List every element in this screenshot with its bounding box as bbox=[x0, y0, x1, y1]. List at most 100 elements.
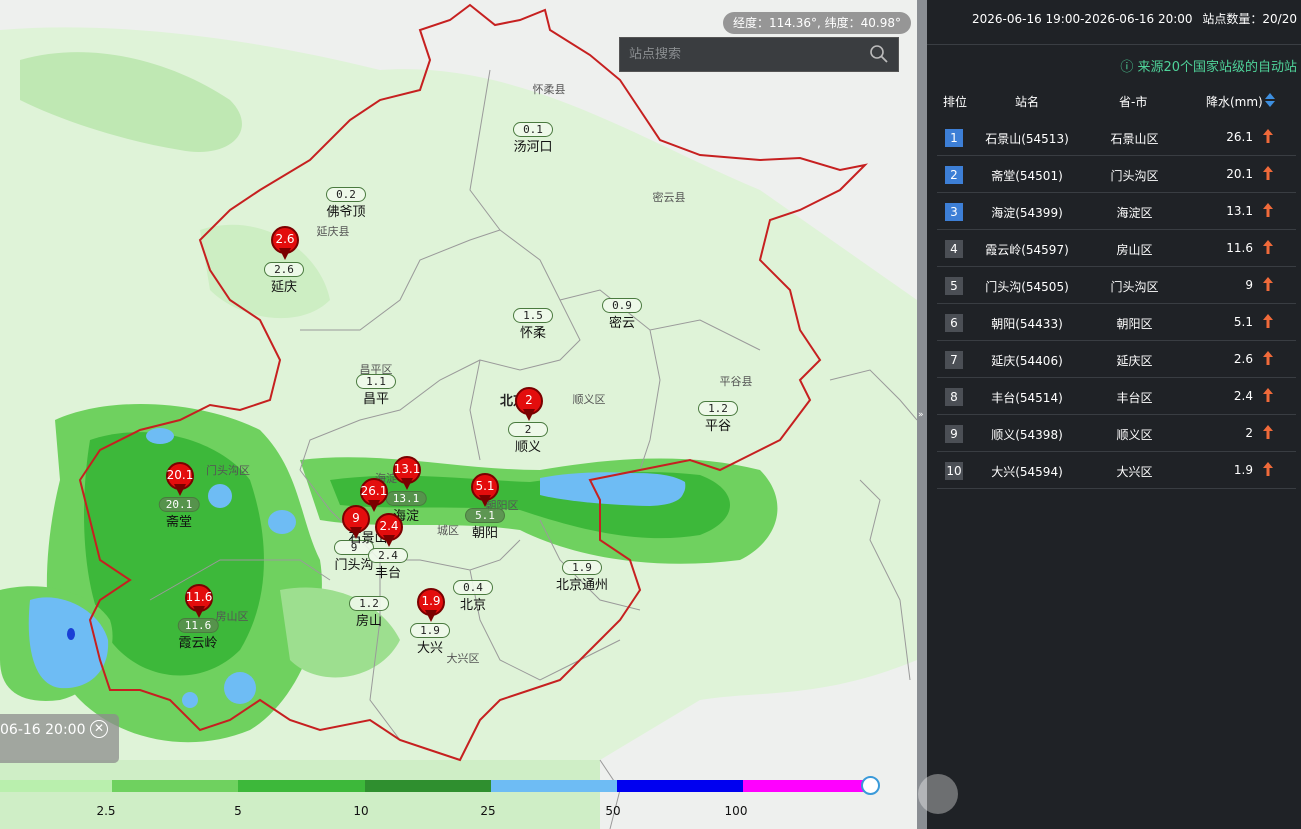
pin-value: 26.1 bbox=[360, 484, 388, 498]
station-name-cell: 石景山(54513) bbox=[985, 132, 1069, 146]
ranking-panel: 2026-06-16 19:00-2026-06-16 20:00 站点数量：2… bbox=[927, 0, 1301, 829]
source-note: ⓘ 来源20个国家站级的自动站 bbox=[1120, 56, 1297, 75]
table-row[interactable]: 7 延庆(54406) 延庆区 2.6 bbox=[937, 341, 1296, 378]
search-icon[interactable] bbox=[869, 44, 889, 64]
station-pin[interactable]: 13.1 bbox=[393, 456, 421, 492]
station-value[interactable]: 20.1 bbox=[158, 497, 200, 512]
station-value[interactable]: 0.9 bbox=[602, 298, 642, 313]
station-name-cell: 丰台(54514) bbox=[991, 391, 1063, 405]
legend-swatch bbox=[617, 780, 743, 792]
info-icon: ⓘ bbox=[1120, 60, 1138, 75]
station-pin[interactable]: 5.1 bbox=[471, 473, 499, 509]
col-rain[interactable]: 降水(mm) bbox=[1206, 93, 1263, 110]
station-value[interactable]: 1.9 bbox=[562, 560, 602, 575]
station-value[interactable]: 0.4 bbox=[453, 580, 493, 595]
station-name-cell: 霞云岭(54597) bbox=[985, 243, 1069, 257]
place-label: 房山区 bbox=[215, 610, 249, 623]
station-value[interactable]: 2 bbox=[508, 422, 548, 437]
station-name: 房山 bbox=[355, 614, 383, 629]
table-row[interactable]: 1 石景山(54513) 石景山区 26.1 bbox=[937, 119, 1296, 156]
rainfall-legend bbox=[0, 780, 870, 792]
rainfall-map[interactable]: 经度：114.36°, 纬度：40.98° 怀柔县 密云县 延庆县 昌平区 顺义… bbox=[0, 0, 917, 829]
rain-cell: 26.1 bbox=[1226, 130, 1253, 144]
station-search-input[interactable] bbox=[629, 47, 864, 62]
table-row[interactable]: 10 大兴(54594) 大兴区 1.9 bbox=[937, 452, 1296, 489]
rain-cell: 2.6 bbox=[1233, 352, 1253, 366]
pin-value: 5.1 bbox=[475, 479, 495, 493]
table-row[interactable]: 6 朝阳(54433) 朝阳区 5.1 bbox=[937, 304, 1296, 341]
station-value[interactable]: 1.5 bbox=[513, 308, 553, 323]
station-value[interactable]: 0.1 bbox=[513, 122, 553, 137]
place-label: 大兴区 bbox=[446, 652, 480, 665]
station-name-cell: 顺义(54398) bbox=[991, 428, 1063, 442]
station-value[interactable]: 13.1 bbox=[385, 491, 427, 506]
rain-cell: 13.1 bbox=[1226, 204, 1253, 218]
station-pin[interactable]: 2.4 bbox=[375, 513, 403, 549]
divider bbox=[927, 44, 1301, 45]
station-name: 怀柔 bbox=[519, 326, 547, 341]
station-name: 大兴 bbox=[416, 641, 444, 656]
place-label: 顺义区 bbox=[572, 393, 606, 406]
table-row[interactable]: 4 霞云岭(54597) 房山区 11.6 bbox=[937, 230, 1296, 267]
place-label: 延庆县 bbox=[316, 225, 350, 238]
station-count: 站点数量：20/20 bbox=[1202, 12, 1297, 26]
rank-badge: 5 bbox=[945, 277, 963, 295]
table-row[interactable]: 3 海淀(54399) 海淀区 13.1 bbox=[937, 193, 1296, 230]
station-value[interactable]: 2.6 bbox=[264, 262, 304, 277]
place-label: 怀柔县 bbox=[532, 83, 566, 96]
station-value[interactable]: 1.2 bbox=[349, 596, 389, 611]
station-pin[interactable]: 2.6 bbox=[271, 226, 299, 262]
sort-icon[interactable] bbox=[1264, 92, 1276, 108]
province-cell: 丰台区 bbox=[1116, 391, 1153, 405]
pin-value: 2.4 bbox=[379, 519, 399, 533]
station-name: 北京 bbox=[459, 598, 487, 613]
close-icon[interactable]: ✕ bbox=[90, 720, 108, 738]
station-value[interactable]: 11.6 bbox=[177, 618, 219, 633]
province-cell: 门头沟区 bbox=[1110, 280, 1159, 294]
legend-label: 5 bbox=[234, 804, 242, 818]
station-pin[interactable]: 9 bbox=[342, 505, 370, 541]
table-row[interactable]: 2 斋堂(54501) 门头沟区 20.1 bbox=[937, 156, 1296, 193]
station-search[interactable] bbox=[619, 37, 899, 72]
station-value[interactable]: 1.1 bbox=[356, 374, 396, 389]
station-name-cell: 斋堂(54501) bbox=[991, 169, 1063, 183]
station-pin[interactable]: 11.6 bbox=[185, 584, 213, 620]
legend-slider-handle[interactable] bbox=[861, 776, 880, 795]
panel-splitter[interactable]: » bbox=[917, 0, 927, 829]
trend-up-icon bbox=[1263, 277, 1273, 291]
rain-cell: 11.6 bbox=[1226, 241, 1253, 255]
table-row[interactable]: 5 门头沟(54505) 门头沟区 9 bbox=[937, 267, 1296, 304]
legend-swatch bbox=[491, 780, 617, 792]
station-pin[interactable]: 1.9 bbox=[417, 588, 445, 624]
station-value[interactable]: 1.2 bbox=[698, 401, 738, 416]
table-row[interactable]: 8 丰台(54514) 丰台区 2.4 bbox=[937, 378, 1296, 415]
station-value[interactable]: 2.4 bbox=[368, 548, 408, 563]
time-label: 06-16 20:00 bbox=[0, 722, 86, 738]
place-label: 平谷县 bbox=[719, 375, 753, 388]
province-cell: 海淀区 bbox=[1116, 206, 1153, 220]
table-row[interactable]: 9 顺义(54398) 顺义区 2 bbox=[937, 415, 1296, 452]
pin-value: 13.1 bbox=[393, 462, 421, 476]
province-cell: 石景山区 bbox=[1110, 132, 1159, 146]
legend-swatch bbox=[112, 780, 238, 792]
pin-value: 2.6 bbox=[275, 232, 295, 246]
station-pin[interactable]: 20.1 bbox=[166, 462, 194, 498]
station-value[interactable]: 0.2 bbox=[326, 187, 366, 202]
pin-value: 20.1 bbox=[166, 468, 194, 482]
collapse-arrow-icon[interactable]: » bbox=[918, 410, 924, 420]
station-value[interactable]: 1.9 bbox=[410, 623, 450, 638]
col-station: 站名 bbox=[1015, 95, 1040, 109]
place-label: 密云县 bbox=[652, 191, 686, 204]
station-name: 朝阳 bbox=[471, 526, 499, 541]
station-pin[interactable]: 2 bbox=[515, 387, 543, 423]
trend-up-icon bbox=[1263, 166, 1273, 180]
time-range: 2026-06-16 19:00-2026-06-16 20:00 bbox=[971, 12, 1193, 26]
province-cell: 门头沟区 bbox=[1110, 169, 1159, 183]
station-name: 密云 bbox=[608, 316, 636, 331]
trend-up-icon bbox=[1263, 129, 1273, 143]
province-cell: 朝阳区 bbox=[1116, 317, 1153, 331]
place-label: 门头沟区 bbox=[206, 464, 250, 477]
station-name: 丰台 bbox=[374, 566, 402, 581]
station-value[interactable]: 5.1 bbox=[465, 508, 505, 523]
map-base-layer bbox=[0, 3, 917, 829]
